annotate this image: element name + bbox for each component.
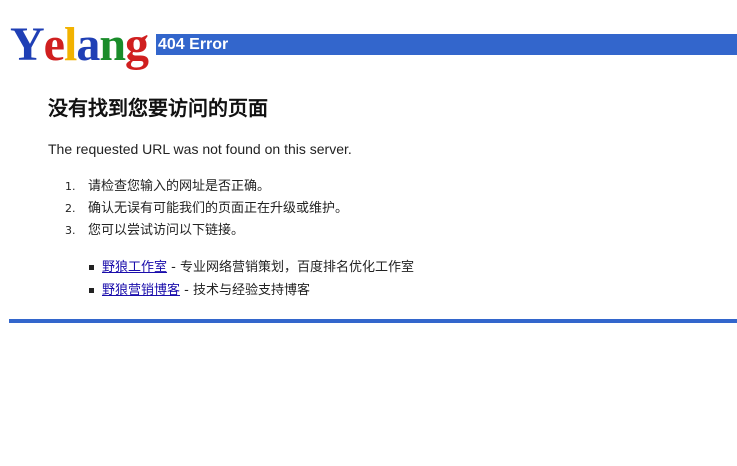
- bullet-icon: [89, 288, 94, 293]
- logo-letter: Y: [10, 18, 45, 71]
- error-title: 404 Error: [158, 36, 229, 53]
- link-list: 野狼工作室 - 专业网络营销策划，百度排名优化工作室 野狼营销博客 - 技术与经…: [48, 256, 708, 302]
- link-item: 野狼工作室 - 专业网络营销策划，百度排名优化工作室: [48, 256, 708, 279]
- list-item: 2. 确认无误有可能我们的页面正在升级或维护。: [48, 198, 708, 220]
- list-number: 3.: [65, 224, 76, 237]
- header-bar: 404 Error: [156, 34, 737, 55]
- bullet-icon: [89, 265, 94, 270]
- suggestion-list: 1. 请检查您输入的网址是否正确。 2. 确认无误有可能我们的页面正在升级或维护…: [48, 176, 708, 242]
- list-item: 3. 您可以尝试访问以下链接。: [48, 220, 708, 242]
- main-content: 没有找到您要访问的页面 The requested URL was not fo…: [48, 94, 708, 302]
- list-item: 1. 请检查您输入的网址是否正确。: [48, 176, 708, 198]
- blog-link[interactable]: 野狼营销博客: [102, 283, 180, 298]
- list-item-text: 请检查您输入的网址是否正确。: [88, 179, 271, 194]
- list-item-text: 您可以尝试访问以下链接。: [88, 223, 245, 238]
- link-item: 野狼营销博客 - 技术与经验支持博客: [48, 279, 708, 302]
- logo-letter: n: [99, 18, 126, 71]
- error-message: The requested URL was not found on this …: [48, 141, 352, 157]
- page-title: 没有找到您要访问的页面: [48, 96, 268, 120]
- link-description: - 专业网络营销策划，百度排名优化工作室: [167, 260, 414, 275]
- yelang-logo: Yelang: [10, 18, 149, 71]
- list-item-text: 确认无误有可能我们的页面正在升级或维护。: [88, 201, 349, 216]
- list-number: 1.: [65, 180, 76, 193]
- logo-letter: a: [76, 18, 100, 71]
- footer-divider: [9, 319, 737, 323]
- logo-letter: g: [125, 18, 149, 71]
- list-number: 2.: [65, 202, 76, 215]
- link-description: - 技术与经验支持博客: [180, 283, 310, 298]
- logo-letter: l: [63, 18, 77, 71]
- logo-letter: e: [43, 18, 65, 71]
- studio-link[interactable]: 野狼工作室: [102, 260, 167, 275]
